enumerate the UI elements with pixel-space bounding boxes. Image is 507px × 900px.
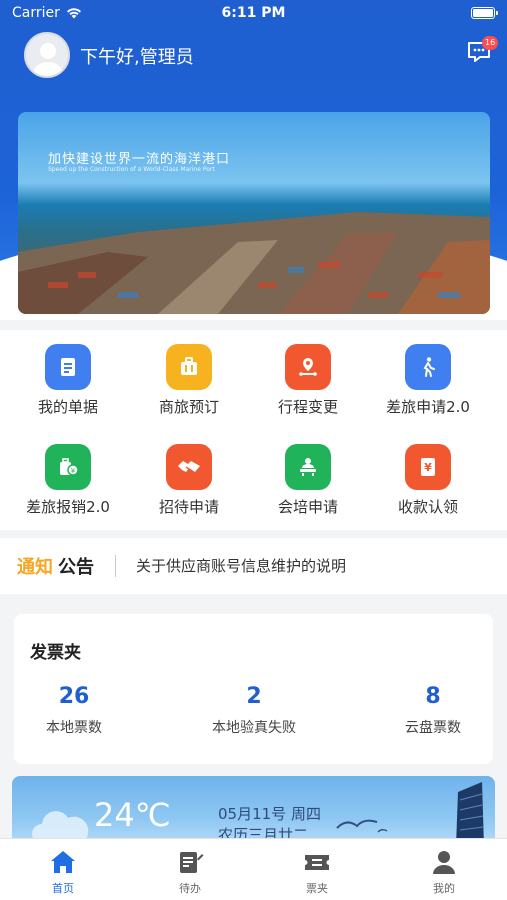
- invoice-folder-card: 发票夹 26 本地票数 2 本地验真失败 8 云盘票数: [14, 614, 493, 764]
- tab-label: 首页: [52, 882, 74, 895]
- stat-value: 26: [58, 684, 90, 709]
- suitcase-icon: [166, 344, 212, 390]
- location-route-icon: [285, 344, 331, 390]
- shortcut-label: 会培申请: [277, 498, 338, 516]
- shortcut-my-documents[interactable]: 我的单据: [5, 330, 131, 420]
- tab-label: 票夹: [306, 882, 328, 895]
- status-time: 6:11 PM: [221, 5, 286, 21]
- tab-home[interactable]: 首页: [0, 839, 126, 900]
- status-bar: Carrier 6:11 PM: [0, 0, 507, 28]
- tab-label: 我的: [433, 882, 455, 895]
- bird-icon: [336, 819, 388, 833]
- shortcut-label: 收款认领: [397, 498, 458, 516]
- avatar[interactable]: [24, 32, 70, 78]
- todo-icon: [180, 852, 204, 873]
- luggage-money-icon: ¥: [45, 444, 91, 490]
- walking-person-icon: [405, 344, 451, 390]
- banner-title: 加快建设世界一流的海洋港口: [48, 152, 231, 167]
- notice-divider: [115, 555, 116, 577]
- stat-label: 云盘票数: [405, 720, 461, 736]
- shortcut-hospitality-application[interactable]: 招待申请: [126, 430, 252, 520]
- shortcut-travel-application[interactable]: 差旅申请2.0: [365, 330, 507, 420]
- tab-me[interactable]: 我的: [381, 839, 507, 900]
- shortcut-label: 差旅报销2.0: [26, 498, 110, 516]
- shortcut-label: 差旅申请2.0: [386, 398, 470, 416]
- weather-card[interactable]: 24℃ 05月11号 周四 农历三月廿二: [12, 776, 495, 846]
- document-icon: [45, 344, 91, 390]
- stat-label: 本地验真失败: [212, 720, 296, 736]
- home-icon: [51, 851, 75, 873]
- notice-label-part1: 通知: [17, 557, 53, 578]
- svg-text:¥: ¥: [424, 461, 432, 474]
- handshake-icon: [166, 444, 212, 490]
- shortcut-trip-change[interactable]: 行程变更: [245, 330, 371, 420]
- notice-bar[interactable]: 通知 公告 关于供应商账号信息维护的说明: [0, 538, 507, 594]
- greeting-text: 下午好,管理员: [80, 47, 194, 68]
- stat-label: 本地票数: [46, 720, 102, 736]
- building-icon: [456, 782, 484, 846]
- message-badge: 16: [482, 36, 499, 50]
- stat-verify-failed[interactable]: 2 本地验真失败: [179, 684, 329, 737]
- bottom-tab-bar: 首页 待办 票夹 我的: [0, 838, 507, 900]
- shortcut-label: 行程变更: [277, 398, 338, 416]
- shortcut-business-travel[interactable]: 商旅预订: [126, 330, 252, 420]
- port-illustration: [18, 212, 490, 314]
- banner-subtitle: Speed up the Construction of a World-Cla…: [48, 166, 215, 173]
- svg-text:¥: ¥: [71, 467, 76, 475]
- stat-local-invoices[interactable]: 26 本地票数: [0, 684, 149, 737]
- tab-todo[interactable]: 待办: [127, 839, 253, 900]
- meeting-icon: [285, 444, 331, 490]
- yen-receipt-icon: ¥: [405, 444, 451, 490]
- ticket-icon: [305, 855, 329, 870]
- shortcut-meeting-training[interactable]: 会培申请: [245, 430, 371, 520]
- shortcut-label: 我的单据: [37, 398, 98, 416]
- tab-label: 待办: [179, 882, 201, 895]
- notice-text[interactable]: 关于供应商账号信息维护的说明: [136, 555, 346, 576]
- user-icon: [433, 851, 455, 874]
- stat-cloud-invoices[interactable]: 8 云盘票数: [358, 684, 507, 737]
- shortcut-label: 招待申请: [158, 498, 219, 516]
- shortcut-payment-claim[interactable]: ¥ 收款认领: [365, 430, 491, 520]
- battery-icon: [471, 7, 498, 19]
- weather-date: 05月11号 周四: [218, 805, 321, 823]
- stat-value: 2: [246, 684, 262, 709]
- invoice-folder-title: 发票夹: [30, 643, 81, 663]
- tab-ticket-folder[interactable]: 票夹: [254, 839, 380, 900]
- shortcut-label: 商旅预订: [158, 398, 219, 416]
- stat-value: 8: [425, 684, 441, 709]
- top-header: 下午好,管理员 16: [0, 28, 507, 84]
- notice-label-part2: 公告: [58, 557, 94, 578]
- port-banner[interactable]: 加快建设世界一流的海洋港口 Speed up the Construction …: [18, 112, 490, 314]
- shortcut-travel-reimburse[interactable]: ¥ 差旅报销2.0: [5, 430, 131, 520]
- weather-temperature: 24℃: [94, 796, 171, 834]
- shortcut-grid: 我的单据 商旅预订 行程变更 差旅申请2.0 ¥ 差旅报销2.0 招待申请 会培…: [0, 330, 507, 530]
